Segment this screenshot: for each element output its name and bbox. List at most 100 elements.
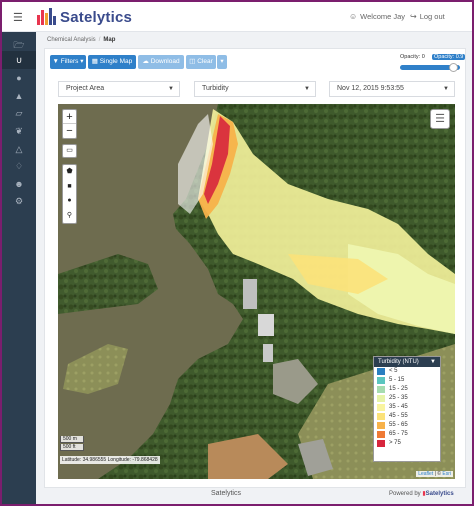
draw-polygon-button[interactable]: ⬟ <box>63 165 76 180</box>
fire-icon: △ <box>15 144 23 154</box>
breadcrumb-current: Map <box>103 37 116 43</box>
legend-item: 25 - 35 <box>374 394 440 403</box>
welcome-text: Welcome Jay <box>360 12 406 21</box>
legend-item: 65 - 75 <box>374 430 440 439</box>
polygon-icon: ⬟ <box>66 168 73 175</box>
legend-swatch <box>377 422 385 429</box>
cloud-download-icon: ☁ <box>142 58 149 65</box>
parameter-value: Turbidity <box>202 85 229 92</box>
caret-down-icon: ▾ <box>220 58 224 65</box>
warning-icon: ▲ <box>14 91 24 101</box>
breadcrumb-separator: / <box>98 37 101 43</box>
legend-swatch <box>377 377 385 384</box>
legend-header[interactable]: Turbidity (NTU) ▼ <box>374 357 440 367</box>
legend-swatch <box>377 413 385 420</box>
legend-swatch <box>377 386 385 393</box>
sidebar-item-chemistry[interactable]: ▱ <box>2 104 36 122</box>
legend-item: 5 - 15 <box>374 376 440 385</box>
attribution-separator: | © <box>433 471 443 477</box>
legend-label: < 5 <box>389 368 398 374</box>
powered-by-brand[interactable]: Satelytics <box>426 491 454 497</box>
measure-button[interactable]: ▭ <box>62 144 77 158</box>
legend-label: > 75 <box>389 440 401 446</box>
user-icon: ☻ <box>14 179 24 189</box>
sidebar-item-alerts[interactable]: ♢ <box>2 157 36 175</box>
date-value: Nov 12, 2015 9:53:55 <box>337 85 404 92</box>
single-map-button[interactable]: ▦ Single Map <box>88 55 136 69</box>
download-label: Download <box>150 58 180 65</box>
magnet-icon: ∪ <box>15 55 23 65</box>
hamburger-menu-icon[interactable]: ☰ <box>13 11 23 24</box>
brand-name: Satelytics <box>60 9 133 26</box>
bell-icon: ♢ <box>14 161 24 171</box>
satelytics-logo-icon <box>37 8 56 25</box>
sidebar-item-settings[interactable]: ⚙ <box>2 192 36 210</box>
legend-swatch <box>377 368 385 375</box>
legend-label: 5 - 15 <box>389 377 405 383</box>
logout-text: Log out <box>419 12 445 21</box>
zoom-in-button[interactable]: + <box>63 110 76 124</box>
legend-swatch <box>377 431 385 438</box>
logout-link[interactable]: ↪ Log out <box>410 12 445 21</box>
project-area-value: Project Area <box>66 85 105 92</box>
sidebar-item-fire[interactable]: △ <box>2 140 36 158</box>
user-circle-icon: ☺ <box>349 12 358 21</box>
scale-feet: 500 ft <box>60 444 84 451</box>
clear-dropdown-button[interactable]: ▾ <box>217 55 227 69</box>
map-view[interactable]: + − ▭ ⬟ ■ ● ⚲ ☰ Turbidity (NTU) ▼ < 5 5 … <box>58 104 455 479</box>
legend-label: 15 - 25 <box>389 386 408 392</box>
chevron-down-icon: ▼ <box>304 86 310 92</box>
breadcrumb-parent[interactable]: Chemical Analysis <box>47 37 96 43</box>
legend: Turbidity (NTU) ▼ < 5 5 - 15 15 - 25 25 - 3… <box>373 356 441 462</box>
filters-button[interactable]: ▼ Filters ▾ <box>50 55 86 69</box>
footer-brand: Satelytics <box>211 490 241 497</box>
marker-icon: ⚲ <box>66 211 73 219</box>
breadcrumb: Chemical Analysis / Map <box>47 37 115 43</box>
date-select[interactable]: Nov 12, 2015 9:53:55 ▼ <box>329 81 455 97</box>
draw-marker-button[interactable]: ⚲ <box>63 209 76 224</box>
welcome-user[interactable]: ☺ Welcome Jay <box>349 12 405 21</box>
project-area-select[interactable]: Project Area ▼ <box>58 81 180 97</box>
legend-label: 55 - 65 <box>389 422 408 428</box>
ruler-icon: ▭ <box>66 147 73 154</box>
leaf-icon: ❦ <box>15 126 23 136</box>
chevron-down-icon: ▼ <box>443 86 449 92</box>
legend-item: < 5 <box>374 367 440 376</box>
chevron-down-icon: ▼ <box>430 359 436 365</box>
legend-swatch <box>377 404 385 411</box>
filter-icon: ▼ <box>52 58 59 65</box>
scale-bar: 500 m 500 ft <box>60 436 84 452</box>
chevron-down-icon: ▼ <box>168 86 174 92</box>
sidebar-item-vegetation[interactable]: ❦ <box>2 122 36 140</box>
draw-circle-button[interactable]: ● <box>63 194 76 209</box>
leaflet-link[interactable]: Leaflet <box>418 471 433 477</box>
flask-icon: ▱ <box>15 108 23 118</box>
opacity-slider-handle[interactable] <box>449 63 458 72</box>
legend-title: Turbidity (NTU) <box>378 359 419 365</box>
sidebar-item-water[interactable]: ● <box>2 69 36 87</box>
legend-item: > 75 <box>374 439 440 448</box>
folder-icon: 🗁 <box>13 40 25 50</box>
opacity-slider[interactable] <box>400 63 460 72</box>
clear-button[interactable]: ◫ Clear <box>186 55 216 69</box>
legend-swatch <box>377 440 385 447</box>
legend-label: 65 - 75 <box>389 431 408 437</box>
download-button[interactable]: ☁ Download <box>138 55 184 69</box>
sidebar: 🗁 ∪ ● ▲ ▱ ❦ △ ♢ ☻ ⚙ <box>2 32 36 504</box>
map-icon: ▦ <box>91 58 98 65</box>
sidebar-item-users[interactable]: ☻ <box>2 175 36 193</box>
draw-toolbar: ⬟ ■ ● ⚲ <box>62 164 77 224</box>
cogs-icon: ⚙ <box>14 196 24 206</box>
zoom-out-button[interactable]: − <box>63 124 76 138</box>
map-panel: ▼ Filters ▾ ▦ Single Map ☁ Download ◫ Cl… <box>44 48 466 488</box>
esri-link[interactable]: Esri <box>442 471 451 477</box>
zoom-control: + − <box>62 109 77 139</box>
sidebar-item-magnet[interactable]: ∪ <box>2 51 36 69</box>
legend-item: 55 - 65 <box>374 421 440 430</box>
powered-by-label: Powered by <box>389 491 421 497</box>
layers-button[interactable]: ☰ <box>430 109 450 129</box>
sidebar-item-warning[interactable]: ▲ <box>2 87 36 105</box>
draw-rectangle-button[interactable]: ■ <box>63 180 76 195</box>
parameter-select[interactable]: Turbidity ▼ <box>194 81 316 97</box>
map-attribution: Leaflet | © Esri <box>416 471 453 477</box>
